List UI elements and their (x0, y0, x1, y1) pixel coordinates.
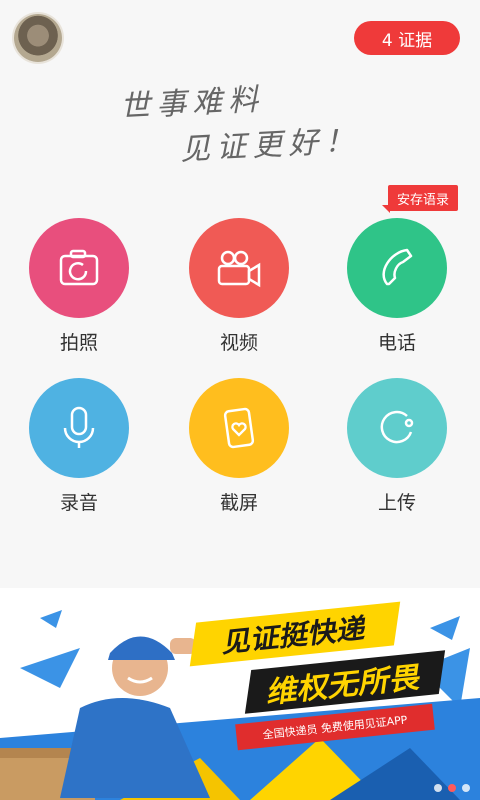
slogan-line-1: 世事难料 (119, 82, 266, 125)
quotes-tag[interactable]: 安存语录 (382, 185, 458, 213)
pagination-dot[interactable] (434, 784, 442, 792)
upload-circle[interactable] (347, 378, 447, 478)
slogan-line-2: 见证更好！ (179, 123, 361, 168)
banner-pagination (434, 784, 470, 792)
upload-icon (380, 410, 414, 444)
microphone-icon (63, 406, 95, 448)
photo-circle[interactable] (29, 218, 129, 318)
phone-circle[interactable] (347, 218, 447, 318)
phone-icon (382, 248, 413, 286)
screenshot-circle[interactable] (189, 378, 289, 478)
action-screenshot[interactable]: 截屏 (179, 378, 299, 515)
action-video[interactable]: 视频 (179, 218, 299, 355)
action-phone[interactable]: 电话 (337, 218, 457, 355)
record-circle[interactable] (29, 378, 129, 478)
video-camera-icon (217, 250, 261, 288)
action-record[interactable]: 录音 (19, 378, 139, 515)
evidence-count-button[interactable]: 4 证据 (354, 21, 460, 55)
upload-label: 上传 (377, 492, 416, 514)
screenshot-heart-icon (223, 407, 255, 449)
avatar[interactable] (14, 14, 62, 62)
action-upload[interactable]: 上传 (337, 378, 457, 515)
pagination-dot[interactable] (462, 784, 470, 792)
pagination-dot-active[interactable] (448, 784, 456, 792)
video-label: 视频 (219, 332, 258, 354)
action-photo[interactable]: 拍照 (19, 218, 139, 355)
screenshot-label: 截屏 (219, 492, 258, 514)
camera-icon (59, 249, 99, 286)
record-label: 录音 (59, 492, 98, 514)
video-circle[interactable] (189, 218, 289, 318)
phone-label: 电话 (377, 332, 416, 354)
slogan: 世事难料 见证更好！ (119, 78, 420, 168)
photo-label: 拍照 (59, 332, 98, 354)
promo-banner[interactable]: 见证挺快递 维权无所畏 全国快递员 免费使用见证APP (0, 588, 480, 800)
